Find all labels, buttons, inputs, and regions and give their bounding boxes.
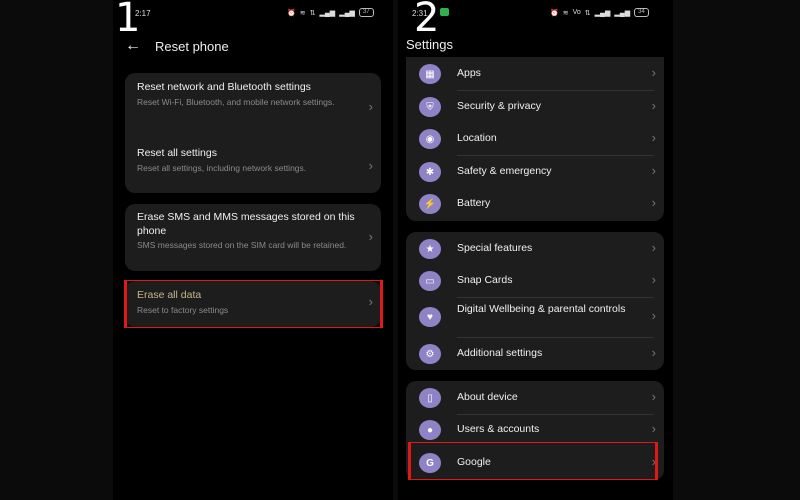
chevron-right-icon: › [368,158,373,173]
item-label: Special features [457,242,533,255]
chevron-right-icon: › [651,345,656,360]
battery-icon: 37 [358,8,374,17]
phone-screen-reset: 1 2:17 ⏰ ≋ ⇅ ▂▄▆ ▂▄▆ 37 ← Reset phone Re… [113,0,393,500]
chevron-right-icon: › [651,65,656,80]
data-icon: ⇅ [309,9,316,17]
item-subtitle: SMS messages stored on the SIM card will… [137,240,347,250]
item-subtitle: Reset Wi-Fi, Bluetooth, and mobile netwo… [137,96,335,107]
reset-network-item[interactable]: Reset network and Bluetooth settings Res… [137,81,359,108]
settings-group: ★ Special features › ▭ Snap Cards › ♥ Di… [406,232,664,370]
step-number: 2 [414,0,440,41]
arrow-left-icon[interactable]: ← [125,37,141,55]
erase-sms-card: Erase SMS and MMS messages stored on thi… [125,204,381,271]
page-title: Reset phone [155,38,229,54]
item-label: Snap Cards [457,274,513,287]
user-icon: ● [419,420,441,440]
item-label: Battery [457,197,491,210]
item-title: Reset all settings [137,147,217,159]
phone-screen-settings: 2:31 2 ⏰ ≋ Vo ⇅ ▂▄▆ ▂▄▆ 34 Settings ▦ Ap… [398,0,673,500]
divider [457,297,654,298]
device-icon: ▯ [419,388,441,408]
chevron-right-icon: › [651,421,656,436]
apps-icon: ▦ [419,64,441,84]
signal-icon: ▂▄▆ [614,9,631,17]
status-time: 2:17 [135,9,151,18]
erase-sms-item[interactable]: Erase SMS and MMS messages stored on thi… [137,211,359,251]
status-bar-icons: ⏰ ≋ ⇅ ▂▄▆ ▂▄▆ 37 [287,8,374,17]
signal-icon: ▂▄▆ [319,9,336,17]
chevron-right-icon: › [651,130,656,145]
wifi-icon: ≋ [299,9,306,17]
signal-icon: ▂▄▆ [339,9,355,17]
settings-item-digital-wellbeing[interactable]: ♥ Digital Wellbeing & parental controls … [406,303,664,331]
settings-item-snap-cards[interactable]: ▭ Snap Cards › [406,271,664,291]
item-label: Safety & emergency [457,165,552,178]
chevron-right-icon: › [368,229,373,244]
data-icon: ⇅ [584,9,591,17]
card-icon: ▭ [419,271,441,291]
gear-icon: ⚙ [419,344,441,364]
alarm-icon: ⏰ [287,9,296,17]
chevron-right-icon: › [651,163,656,178]
divider [457,337,654,338]
wifi-icon: ≋ [562,9,569,17]
chevron-right-icon: › [651,240,656,255]
highlight-box [408,442,658,480]
item-label: Security & privacy [457,100,542,113]
battery-icon: 34 [634,8,649,17]
chevron-right-icon: › [651,98,656,113]
volte-icon: Vo [572,9,581,16]
signal-icon: ▂▄▆ [594,9,611,17]
chevron-right-icon: › [651,308,656,323]
battery-icon: ⚡ [419,194,441,214]
step-number: 1 [115,0,141,41]
settings-item-apps[interactable]: ▦ Apps › [406,64,664,84]
chevron-right-icon: › [368,99,373,114]
item-subtitle: Reset all settings, including network se… [137,162,307,173]
highlight-box [124,280,383,328]
settings-item-special-features[interactable]: ★ Special features › [406,239,664,259]
settings-item-battery[interactable]: ⚡ Battery › [406,194,664,214]
item-label: Location [457,132,497,145]
chevron-right-icon: › [651,389,656,404]
asterisk-icon: ✱ [419,162,441,182]
page-title: Settings [406,37,453,52]
settings-group: ▦ Apps › ⛨ Security & privacy › ◉ Locati… [406,57,664,221]
item-label: Users & accounts [457,423,540,436]
settings-item-security[interactable]: ⛨ Security & privacy › [406,97,664,117]
settings-item-location[interactable]: ◉ Location › [406,129,664,149]
item-label: About device [457,391,518,404]
divider [457,155,654,156]
shield-icon: ⛨ [419,97,441,117]
item-label: Apps [457,67,481,80]
settings-item-users-accounts[interactable]: ● Users & accounts › [406,420,664,440]
location-icon: ◉ [419,129,441,149]
item-label: Digital Wellbeing & parental controls [457,303,626,315]
divider [457,414,654,415]
item-title: Reset network and Bluetooth settings [137,81,311,93]
chevron-right-icon: › [651,195,656,210]
notification-icon [440,8,449,16]
reset-card: Reset network and Bluetooth settings Res… [125,73,381,193]
status-bar-icons: ⏰ ≋ Vo ⇅ ▂▄▆ ▂▄▆ 34 [550,8,649,17]
divider [457,90,654,91]
settings-item-additional[interactable]: ⚙ Additional settings › [406,344,664,364]
wellbeing-icon: ♥ [419,307,441,327]
chevron-right-icon: › [651,272,656,287]
item-title: Erase SMS and MMS messages stored on thi… [137,211,355,237]
item-label: Additional settings [457,347,543,360]
alarm-icon: ⏰ [550,9,559,17]
settings-item-about-device[interactable]: ▯ About device › [406,388,664,408]
page-header: ← Reset phone [125,37,229,55]
reset-all-settings-item[interactable]: Reset all settings Reset all settings, i… [137,147,359,174]
star-icon: ★ [419,239,441,259]
settings-item-safety[interactable]: ✱ Safety & emergency › [406,162,664,182]
